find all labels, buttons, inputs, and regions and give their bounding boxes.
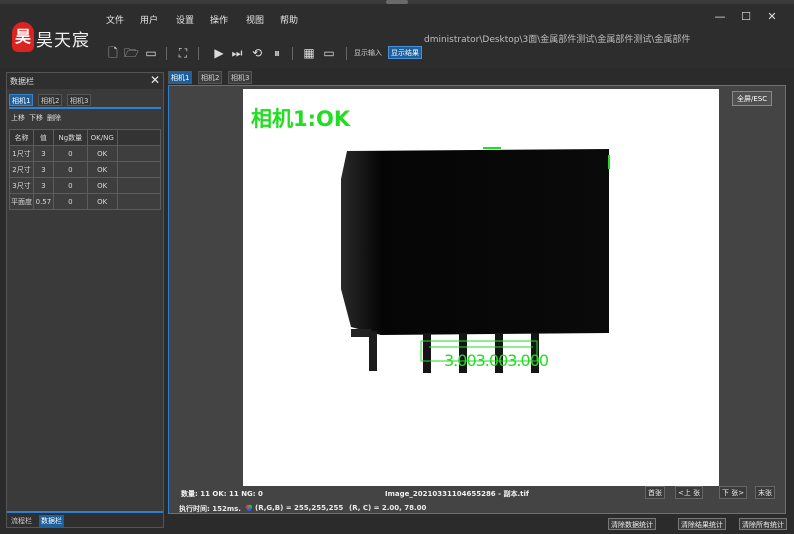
- column-header[interactable]: 值: [32, 129, 54, 146]
- tab-camera3[interactable]: 相机3: [228, 71, 253, 84]
- row-col-readout: (R, C) = 2.00, 78.00: [349, 504, 427, 512]
- clear-data-stats-button[interactable]: 清除数据统计: [608, 518, 656, 530]
- move-up-button[interactable]: 上移: [11, 113, 25, 123]
- menu-operate[interactable]: 操作: [210, 13, 228, 26]
- table-row[interactable]: 平面度 0.57 0 OK: [9, 193, 162, 210]
- pause-icon[interactable]: ⏸: [270, 46, 284, 60]
- cell-value: 3: [32, 161, 54, 178]
- clear-result-stats-button[interactable]: 清除结果统计: [678, 518, 726, 530]
- count-summary: 数量: 11 OK: 11 NG: 0: [181, 490, 263, 498]
- cell-status: OK: [86, 161, 118, 178]
- cell-ng-count: 0: [52, 161, 88, 178]
- rgb-readout: (R,G,B) = 255,255,255: [255, 504, 344, 512]
- subtab-camera1[interactable]: 相机1: [9, 94, 34, 106]
- column-header[interactable]: Ng数量: [52, 129, 88, 146]
- current-path: dministrator\Desktop\3面\金属部件测试\金属部件测试\金属…: [424, 35, 691, 45]
- cell-empty: [116, 177, 162, 194]
- inspection-image[interactable]: 相机1:OK 3.003.003.000: [243, 89, 719, 486]
- cell-name: 1尺寸: [9, 145, 34, 162]
- cell-ng-count: 0: [52, 177, 88, 194]
- maximize-icon[interactable]: ☐: [738, 10, 754, 24]
- column-header[interactable]: 名称: [9, 129, 34, 146]
- data-table: 名称 值 Ng数量 OK/NG 1尺寸 3 0 OK 2尺寸 3 0 OK 3尺…: [9, 129, 162, 210]
- image-icon[interactable]: ▭: [322, 46, 336, 60]
- last-image-button[interactable]: 末张: [755, 486, 775, 499]
- column-header[interactable]: OK/NG: [86, 129, 118, 146]
- next-image-button[interactable]: 下 张>: [719, 486, 748, 499]
- move-down-button[interactable]: 下移: [29, 113, 43, 123]
- mode-label-input[interactable]: 显示输入: [354, 48, 382, 58]
- image-viewer: 相机1:OK 3.003.003.000 全屏/ESC 数量: 11 OK: 1…: [168, 85, 786, 514]
- fullscreen-button[interactable]: 全屏/ESC: [732, 91, 773, 106]
- table-header-row: 名称 值 Ng数量 OK/NG: [9, 129, 162, 146]
- subtab-camera2[interactable]: 相机2: [38, 94, 63, 106]
- toolbar-divider: [346, 47, 347, 60]
- loop-icon[interactable]: ⟲: [250, 46, 264, 60]
- header: 昊 昊天宸 文件 用户 设置 操作 视图 帮助 dministrator\Des…: [0, 4, 794, 68]
- open-folder-icon[interactable]: 🗁: [124, 46, 139, 60]
- toolbar-divider: [198, 47, 199, 60]
- cell-empty: [116, 193, 162, 210]
- toolbar-divider: [166, 47, 167, 60]
- tab-camera2[interactable]: 相机2: [198, 71, 223, 84]
- panel-close-icon[interactable]: ✕: [150, 73, 160, 87]
- cell-empty: [116, 161, 162, 178]
- toolbar-divider: [292, 47, 293, 60]
- app-logo: 昊 昊天宸: [12, 22, 100, 56]
- tab-data-panel[interactable]: 数据栏: [39, 515, 64, 527]
- menu-settings[interactable]: 设置: [176, 13, 194, 26]
- subtab-camera3[interactable]: 相机3: [67, 94, 92, 106]
- cell-status: OK: [86, 193, 118, 210]
- cell-value: 3: [32, 145, 54, 162]
- show-result-button[interactable]: 显示结果: [388, 46, 422, 59]
- cell-value: 3: [32, 177, 54, 194]
- table-row[interactable]: 2尺寸 3 0 OK: [9, 161, 162, 178]
- logo-mark: 昊: [12, 22, 34, 52]
- new-file-icon[interactable]: 🗋: [106, 46, 120, 60]
- brand-name: 昊天宸: [36, 31, 90, 51]
- first-image-button[interactable]: 首张: [645, 486, 665, 499]
- cell-name: 平面度: [9, 193, 34, 210]
- cell-name: 2尺寸: [9, 161, 34, 178]
- exec-time: 执行时间: 152ms.: [179, 505, 241, 513]
- table-row[interactable]: 1尺寸 3 0 OK: [9, 145, 162, 162]
- color-picker-icon: [245, 504, 253, 514]
- menu-user[interactable]: 用户: [140, 13, 158, 26]
- cell-empty: [116, 145, 162, 162]
- cell-name: 3尺寸: [9, 177, 34, 194]
- menu-view[interactable]: 视图: [246, 13, 264, 26]
- clear-all-stats-button[interactable]: 清除所有统计: [739, 518, 787, 530]
- run-icon[interactable]: ▶: [212, 46, 226, 60]
- tab-camera1[interactable]: 相机1: [168, 71, 193, 84]
- data-panel: 数据栏 ✕ 相机1 相机2 相机3 上移 下移 删除 名称 值 Ng数量 OK/…: [6, 72, 164, 528]
- measurement-overlay: 3.003.003.000: [444, 351, 549, 370]
- cell-status: OK: [86, 145, 118, 162]
- column-header-empty: [116, 129, 162, 146]
- step-icon[interactable]: ⏭: [230, 46, 244, 60]
- menu-help[interactable]: 帮助: [280, 13, 298, 26]
- subtab-underline: [9, 107, 161, 109]
- panel-title: 数据栏: [10, 77, 34, 86]
- cell-ng-count: 0: [52, 145, 88, 162]
- minimize-icon[interactable]: —: [712, 10, 728, 24]
- cell-ng-count: 0: [52, 193, 88, 210]
- close-icon[interactable]: ✕: [764, 10, 780, 24]
- cell-value: 0.57: [32, 193, 54, 210]
- table-row[interactable]: 3尺寸 3 0 OK: [9, 177, 162, 194]
- grid-icon[interactable]: ▦: [302, 46, 316, 60]
- cell-status: OK: [86, 177, 118, 194]
- delete-button[interactable]: 删除: [47, 113, 61, 123]
- tab-flow-panel[interactable]: 流程栏: [9, 515, 34, 527]
- image-filename: Image_20210331104655286 - 副本.tif: [385, 490, 529, 498]
- fit-icon[interactable]: ⛶: [176, 46, 190, 60]
- save-icon[interactable]: ▭: [144, 46, 158, 60]
- panel-bottom-tabs: 流程栏 数据栏: [7, 511, 163, 527]
- part-image: [341, 147, 610, 373]
- prev-image-button[interactable]: <上 张: [675, 486, 704, 499]
- camera-result-label: 相机1:OK: [251, 107, 351, 131]
- panel-header: 数据栏 ✕: [7, 73, 163, 89]
- menu-file[interactable]: 文件: [106, 13, 124, 26]
